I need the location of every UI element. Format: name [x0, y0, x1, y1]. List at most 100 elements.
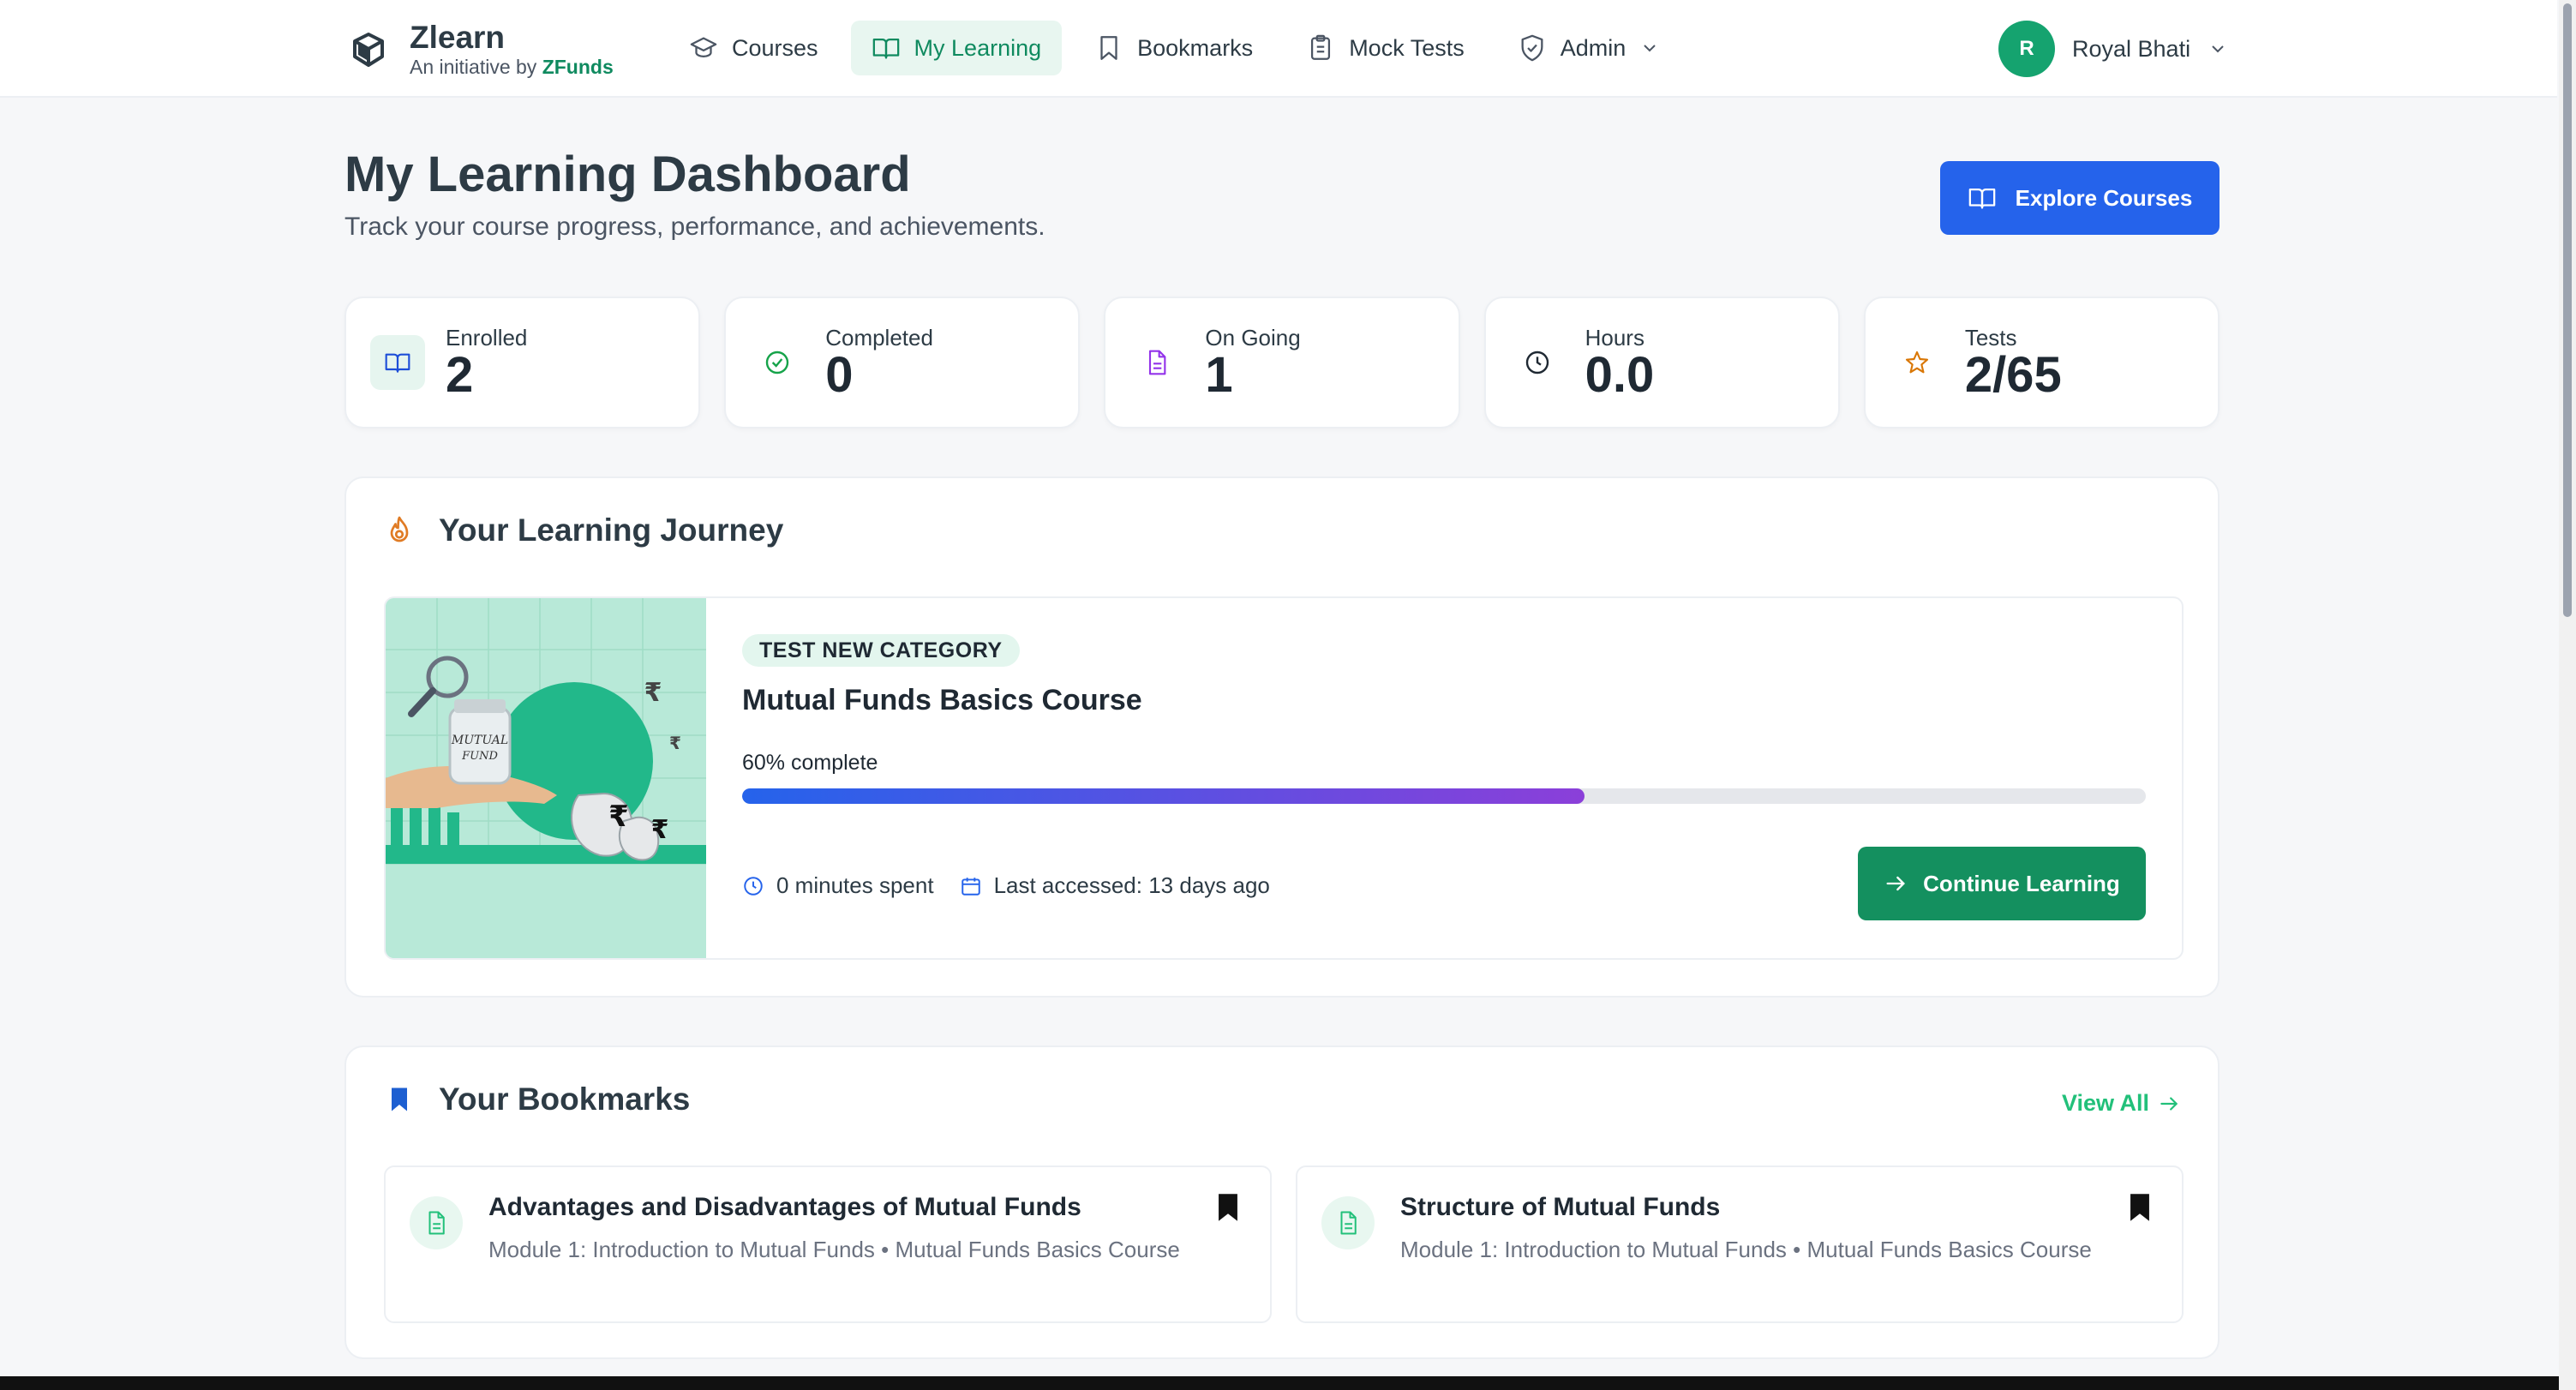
open-book-icon [1968, 188, 1995, 209]
stat-value: 1 [1205, 347, 1233, 403]
top-navbar: Zlearn An initiative by ZFunds Courses M… [0, 0, 2557, 98]
page-scrollbar[interactable] [2559, 0, 2576, 1390]
journey-title: Your Learning Journey [439, 512, 784, 548]
bookmark-subtitle: Module 1: Introduction to Mutual Funds •… [1400, 1237, 2092, 1262]
bookmark-item[interactable]: Advantages and Disadvantages of Mutual F… [384, 1165, 1272, 1323]
nav-bookmarks-label: Bookmarks [1137, 34, 1254, 61]
rupee-symbol: ₹ [644, 678, 662, 708]
course-thumbnail: MUTUAL FUND ₹ ₹ ₹ ₹ [386, 598, 706, 958]
progress-label: 60% complete [742, 751, 878, 775]
cube-logo-icon [353, 33, 384, 67]
avatar: R [1998, 21, 2055, 77]
bookmark-doc-icon-box [410, 1196, 463, 1249]
graduation-cap-icon [690, 37, 717, 58]
bookmark-item[interactable]: Structure of Mutual Funds Module 1: Intr… [1296, 1165, 2184, 1323]
clock-icon [1525, 350, 1549, 374]
flame-icon [390, 516, 409, 542]
time-spent-label: 0 minutes spent [776, 872, 934, 898]
stat-enrolled: Enrolled 2 [344, 297, 701, 428]
rupee-symbol: ₹ [669, 733, 681, 753]
explore-courses-label: Explore Courses [2015, 184, 2193, 211]
user-menu[interactable]: R Royal Bhati [1998, 21, 2228, 77]
bookmark-title: Structure of Mutual Funds [1400, 1193, 1721, 1221]
stat-ongoing: On Going 1 [1104, 297, 1460, 428]
stat-hours-icon-box [1510, 335, 1565, 390]
stat-tests: Tests 2/65 [1863, 297, 2220, 428]
progress-bar-fill [742, 788, 1585, 804]
stat-tests-icon-box [1890, 335, 1944, 390]
bookmark-filled-icon[interactable] [1215, 1193, 1241, 1222]
nav-bookmarks[interactable]: Bookmarks [1074, 21, 1273, 75]
bookmarks-title: Your Bookmarks [439, 1081, 691, 1117]
bookmark-filled-icon [392, 1087, 407, 1111]
document-icon [1340, 1211, 1357, 1235]
category-badge: TEST NEW CATEGORY [742, 634, 1020, 667]
stat-value: 0 [825, 347, 854, 403]
nav-admin-label: Admin [1560, 34, 1626, 61]
nav-my-learning[interactable]: My Learning [850, 21, 1063, 75]
shield-check-icon [1521, 34, 1543, 62]
brand-tagline-text: An initiative by [410, 56, 537, 78]
bookmark-filled-icon[interactable] [2127, 1193, 2153, 1222]
clipboard-icon [1311, 34, 1331, 60]
bookmarks-card: Your Bookmarks View All Advantages and D… [344, 1045, 2220, 1359]
stats-row: Enrolled 2 Completed 0 On Going 1 Hours … [344, 297, 2220, 428]
nav-courses[interactable]: Courses [668, 21, 839, 75]
page-subtitle: Track your course progress, performance,… [344, 213, 1045, 241]
open-book-icon [872, 38, 899, 59]
bookmark-subtitle: Module 1: Introduction to Mutual Funds •… [488, 1237, 1180, 1262]
brand[interactable]: Zlearn An initiative by ZFunds [348, 17, 614, 82]
mutual-fund-illustration: MUTUAL FUND ₹ ₹ ₹ ₹ [386, 598, 706, 958]
course-card[interactable]: MUTUAL FUND ₹ ₹ ₹ ₹ TEST NEW CATEGORY Mu… [384, 596, 2184, 960]
page-title: My Learning Dashboard [344, 147, 911, 202]
chevron-down-icon [2212, 45, 2224, 53]
bookmarks-header: Your Bookmarks [384, 1081, 690, 1117]
arrow-right-icon [1886, 876, 1906, 891]
brand-tagline: An initiative by ZFunds [410, 55, 614, 79]
open-book-icon [385, 353, 410, 373]
user-name: Royal Bhati [2072, 35, 2191, 62]
check-circle-icon [766, 350, 789, 374]
explore-courses-button[interactable]: Explore Courses [1940, 161, 2220, 235]
arrow-right-icon [2160, 1096, 2178, 1111]
bookmark-icon [1100, 36, 1117, 60]
clock-icon [744, 876, 763, 896]
last-accessed: Last accessed: 13 days ago [960, 872, 1270, 899]
stat-value: 2 [446, 347, 474, 403]
nav-mock-tests[interactable]: Mock Tests [1285, 21, 1485, 75]
nav-mock-tests-label: Mock Tests [1349, 34, 1465, 61]
rupee-symbol: ₹ [651, 815, 669, 845]
stat-ongoing-icon-box [1129, 335, 1184, 390]
stat-completed: Completed 0 [724, 297, 1081, 428]
view-all-link[interactable]: View All [2062, 1090, 2180, 1117]
bookmark-doc-icon-box [1321, 1196, 1375, 1249]
learning-journey-card: Your Learning Journey MUTUAL FUND ₹ ₹ ₹ … [344, 476, 2220, 998]
continue-learning-label: Continue Learning [1923, 870, 2120, 896]
last-accessed-label: Last accessed: 13 days ago [993, 872, 1270, 898]
stat-value: 0.0 [1585, 347, 1655, 403]
course-body: TEST NEW CATEGORY Mutual Funds Basics Co… [706, 598, 2182, 958]
main-nav: Courses My Learning Bookmarks Mock Tests… [668, 21, 1680, 75]
scrollbar-thumb[interactable] [2563, 3, 2572, 617]
bookmark-list: Advantages and Disadvantages of Mutual F… [384, 1165, 2184, 1323]
course-title[interactable]: Mutual Funds Basics Course [742, 684, 1142, 717]
window-bottom-edge [0, 1376, 2559, 1390]
stat-completed-icon-box [750, 335, 805, 390]
nav-admin[interactable]: Admin [1497, 21, 1681, 75]
document-icon [428, 1211, 445, 1235]
journey-header: Your Learning Journey [384, 512, 783, 548]
time-spent: 0 minutes spent [742, 872, 934, 899]
bookmark-title: Advantages and Disadvantages of Mutual F… [488, 1193, 1081, 1221]
jar-text-1: MUTUAL [451, 734, 508, 747]
course-meta: 0 minutes spent Last accessed: 13 days a… [742, 872, 1270, 899]
continue-learning-button[interactable]: Continue Learning [1858, 847, 2146, 920]
stat-enrolled-icon-box [370, 335, 425, 390]
chevron-down-icon [1644, 45, 1656, 52]
progress-bar [742, 788, 2146, 804]
jar-text-2: FUND [461, 750, 498, 763]
stat-hours: Hours 0.0 [1483, 297, 1840, 428]
brand-name: Zlearn [410, 20, 506, 55]
document-icon [1149, 350, 1166, 375]
view-all-label: View All [2061, 1090, 2149, 1116]
calendar-icon [961, 877, 980, 896]
